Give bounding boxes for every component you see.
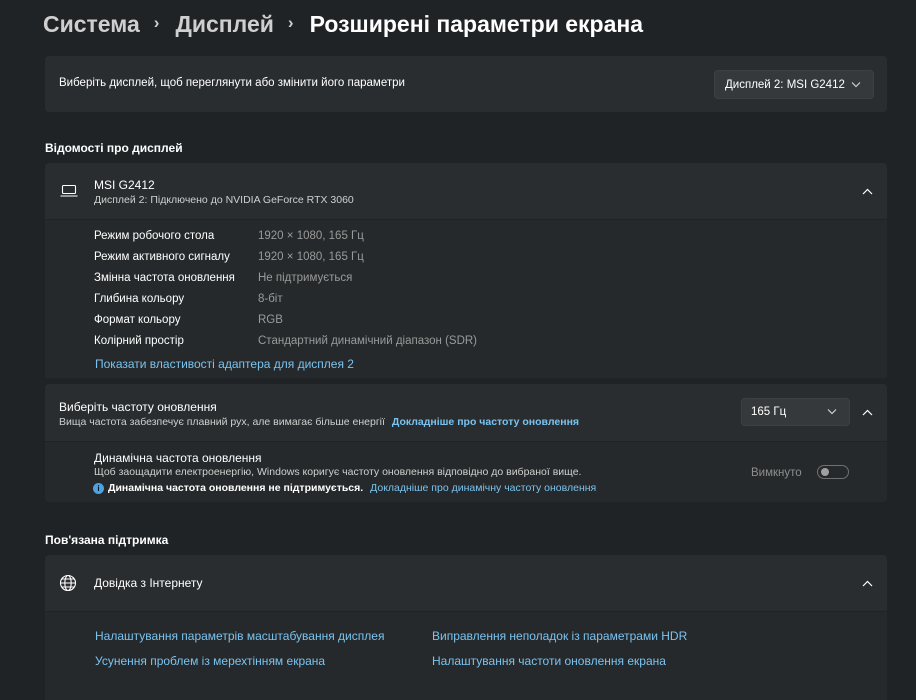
info-icon: i [93,483,104,494]
prop-desktop-mode-value: 1920 × 1080, 165 Гц [258,230,364,242]
dynamic-refresh-toggle[interactable] [817,465,849,479]
prop-vrr-value: Не підтримується [258,272,353,284]
monitor-icon [60,184,78,203]
display-info-section-title: Відомості про дисплей [45,141,183,155]
refresh-rate-dropdown[interactable]: 165 Гц [741,398,850,426]
display-select-card: Виберіть дисплей, щоб переглянути або зм… [45,56,887,112]
help-link-scaling[interactable]: Налаштування параметрів масштабування ди… [95,629,384,643]
prop-signal-mode-label: Режим активного сигналу [94,251,230,263]
adapter-properties-link[interactable]: Показати властивості адаптера для диспле… [95,357,354,371]
dynamic-refresh-warning: Динамічна частота оновлення не підтримує… [108,482,364,494]
chevron-up-icon[interactable] [857,402,877,422]
toggle-knob [821,468,829,476]
breadcrumb-display[interactable]: Дисплей [175,11,273,38]
refresh-rate-more-link[interactable]: Докладніше про частоту оновлення [392,416,579,428]
refresh-rate-description: Вища частота забезпечує плавний рух, але… [59,416,579,428]
globe-icon [59,574,77,597]
chevron-right-icon: › [287,13,294,32]
chevron-down-icon [851,79,861,90]
prop-color-format-label: Формат кольору [94,314,181,326]
chevron-up-icon[interactable] [857,573,877,593]
help-links-panel: Налаштування параметрів масштабування ди… [45,612,887,700]
display-select-label: Виберіть дисплей, щоб переглянути або зм… [59,77,405,89]
display-info-header[interactable]: MSI G2412 Дисплей 2: Підключено до NVIDI… [45,163,887,219]
prop-bit-depth-value: 8-біт [258,293,283,305]
help-link-refresh[interactable]: Налаштування частоти оновлення екрана [432,654,666,668]
help-header[interactable]: Довідка з Інтернету [45,555,887,611]
related-section-title: Пов'язана підтримка [45,533,169,547]
display-subtitle: Дисплей 2: Підключено до NVIDIA GeForce … [94,194,354,206]
chevron-right-icon: › [153,13,160,32]
chevron-up-icon[interactable] [857,181,877,201]
dynamic-refresh-panel: Динамічна частота оновлення Щоб заощадит… [45,442,887,502]
dynamic-refresh-toggle-label: Вимкнуто [751,467,802,479]
dynamic-refresh-title: Динамічна частота оновлення [94,451,262,465]
prop-signal-mode-value: 1920 × 1080, 165 Гц [258,251,364,263]
prop-color-space-label: Колірний простір [94,335,184,347]
refresh-rate-description-text: Вища частота забезпечує плавний рух, але… [59,416,385,428]
help-link-flicker[interactable]: Усунення проблем із мерехтінням екрана [95,654,325,668]
prop-desktop-mode-label: Режим робочого стола [94,230,215,242]
dynamic-refresh-warning-line: Динамічна частота оновлення не підтримує… [108,482,596,494]
refresh-rate-value: 165 Гц [751,406,787,418]
refresh-rate-title: Виберіть частоту оновлення [59,400,217,414]
chevron-down-icon [827,407,837,418]
breadcrumb: Система › Дисплей › Розширені параметри … [43,6,643,42]
display-select-value: Дисплей 2: MSI G2412 [725,78,845,91]
prop-vrr-label: Змінна частота оновлення [94,272,235,284]
display-select-dropdown[interactable]: Дисплей 2: MSI G2412 [714,70,874,99]
dynamic-refresh-more-link[interactable]: Докладніше про динамічну частоту оновлен… [370,482,596,494]
prop-bit-depth-label: Глибина кольору [94,293,185,305]
refresh-rate-card: Виберіть частоту оновлення Вища частота … [45,384,887,441]
prop-color-format-value: RGB [258,314,283,326]
prop-color-space-value: Стандартний динамічний діапазон (SDR) [258,335,478,347]
display-name: MSI G2412 [94,178,155,192]
breadcrumb-system[interactable]: Система [43,11,140,38]
help-link-hdr[interactable]: Виправлення неполадок із параметрами HDR [432,629,687,643]
page-title: Розширені параметри екрана [309,10,644,37]
help-title: Довідка з Інтернету [94,576,203,590]
dynamic-refresh-description: Щоб заощадити електроенергію, Windows ко… [94,466,582,478]
